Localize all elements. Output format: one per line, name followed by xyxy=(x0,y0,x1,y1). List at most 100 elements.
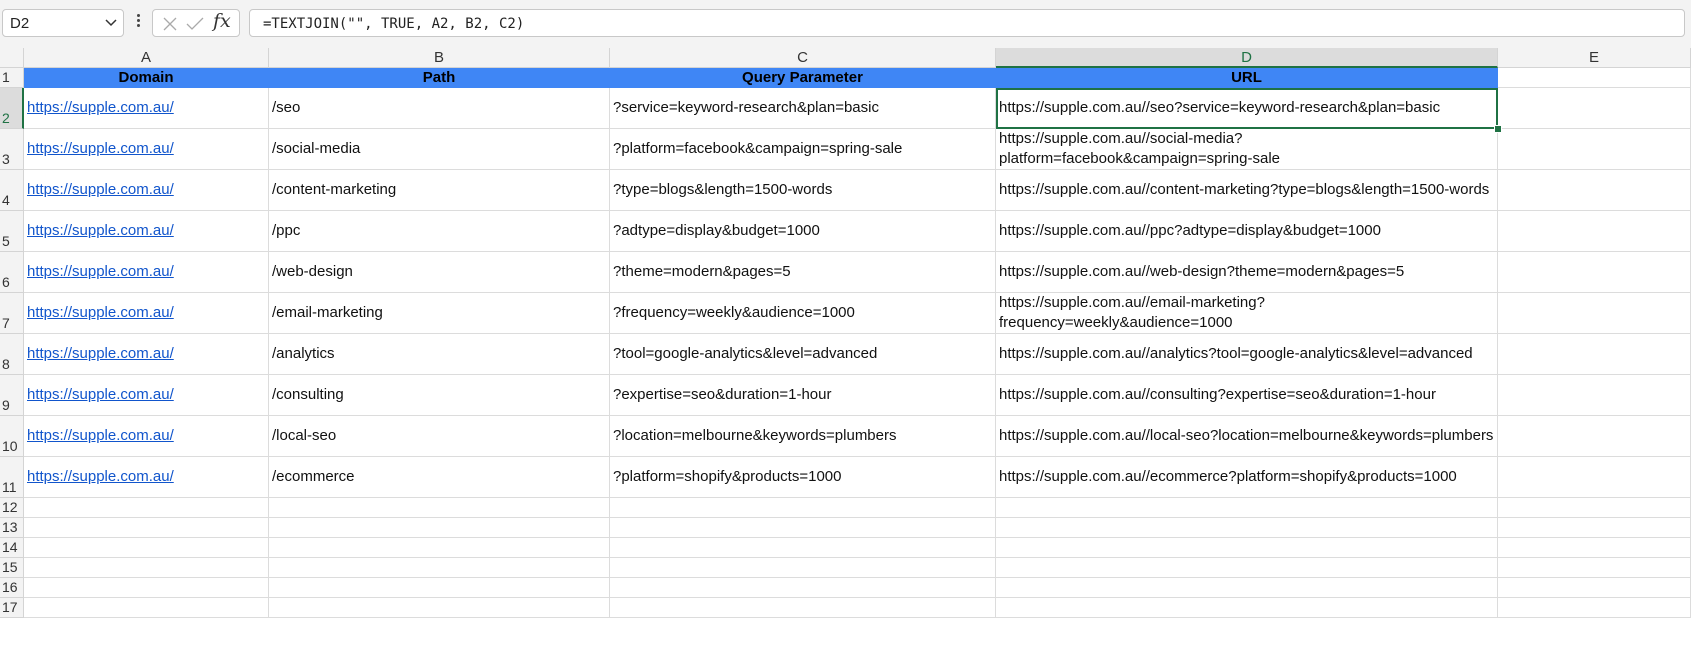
cell-d14[interactable] xyxy=(996,538,1498,558)
chevron-down-icon[interactable] xyxy=(105,19,117,27)
cell-b5[interactable]: /ppc xyxy=(269,211,610,252)
cell-d5[interactable]: https://supple.com.au//ppc?adtype=displa… xyxy=(996,211,1498,252)
cell-a15[interactable] xyxy=(24,558,269,578)
name-box[interactable]: D2 xyxy=(2,9,124,37)
row-header-8[interactable]: 8 xyxy=(0,334,24,375)
cell-b12[interactable] xyxy=(269,498,610,518)
row-header-2[interactable]: 2 xyxy=(0,88,24,129)
cell-a5[interactable]: https://supple.com.au/ xyxy=(24,211,269,252)
cell-b14[interactable] xyxy=(269,538,610,558)
row-header-12[interactable]: 12 xyxy=(0,498,24,518)
cell-e16[interactable] xyxy=(1498,578,1691,598)
checkmark-icon[interactable] xyxy=(185,15,205,33)
cell-e14[interactable] xyxy=(1498,538,1691,558)
cell-d3[interactable]: https://supple.com.au//social-media?plat… xyxy=(996,129,1498,170)
cell-b8[interactable]: /analytics xyxy=(269,334,610,375)
cell-a12[interactable] xyxy=(24,498,269,518)
cell-d15[interactable] xyxy=(996,558,1498,578)
cell-b10[interactable]: /local-seo xyxy=(269,416,610,457)
row-header-6[interactable]: 6 xyxy=(0,252,24,293)
cell-d11[interactable]: https://supple.com.au//ecommerce?platfor… xyxy=(996,457,1498,498)
row-header-5[interactable]: 5 xyxy=(0,211,24,252)
cell-a14[interactable] xyxy=(24,538,269,558)
cell-a11[interactable]: https://supple.com.au/ xyxy=(24,457,269,498)
row-header-1[interactable]: 1 xyxy=(0,68,24,88)
cell-a8[interactable]: https://supple.com.au/ xyxy=(24,334,269,375)
cell-c11[interactable]: ?platform=shopify&products=1000 xyxy=(610,457,996,498)
cell-c9[interactable]: ?expertise=seo&duration=1-hour xyxy=(610,375,996,416)
cell-d13[interactable] xyxy=(996,518,1498,538)
cell-e12[interactable] xyxy=(1498,498,1691,518)
row-header-15[interactable]: 15 xyxy=(0,558,24,578)
cell-e17[interactable] xyxy=(1498,598,1691,618)
cell-a1[interactable]: Domain xyxy=(24,68,269,88)
cell-c13[interactable] xyxy=(610,518,996,538)
cell-b16[interactable] xyxy=(269,578,610,598)
cell-e6[interactable] xyxy=(1498,252,1691,293)
cell-e4[interactable] xyxy=(1498,170,1691,211)
cell-a7[interactable]: https://supple.com.au/ xyxy=(24,293,269,334)
cell-e15[interactable] xyxy=(1498,558,1691,578)
cell-c15[interactable] xyxy=(610,558,996,578)
more-options-icon[interactable] xyxy=(135,12,141,32)
cell-a16[interactable] xyxy=(24,578,269,598)
cell-d4[interactable]: https://supple.com.au//content-marketing… xyxy=(996,170,1498,211)
cell-d10[interactable]: https://supple.com.au//local-seo?locatio… xyxy=(996,416,1498,457)
cell-b11[interactable]: /ecommerce xyxy=(269,457,610,498)
cell-d7[interactable]: https://supple.com.au//email-marketing?f… xyxy=(996,293,1498,334)
cell-d16[interactable] xyxy=(996,578,1498,598)
fill-handle[interactable] xyxy=(1494,125,1502,133)
cell-c7[interactable]: ?frequency=weekly&audience=1000 xyxy=(610,293,996,334)
cell-a13[interactable] xyxy=(24,518,269,538)
cell-b17[interactable] xyxy=(269,598,610,618)
cell-e1[interactable] xyxy=(1498,68,1691,88)
cell-d12[interactable] xyxy=(996,498,1498,518)
cell-a4[interactable]: https://supple.com.au/ xyxy=(24,170,269,211)
column-header-b[interactable]: B xyxy=(269,48,610,68)
row-header-11[interactable]: 11 xyxy=(0,457,24,498)
row-header-7[interactable]: 7 xyxy=(0,293,24,334)
cell-d9[interactable]: https://supple.com.au//consulting?expert… xyxy=(996,375,1498,416)
cell-a3[interactable]: https://supple.com.au/ xyxy=(24,129,269,170)
cell-d6[interactable]: https://supple.com.au//web-design?theme=… xyxy=(996,252,1498,293)
column-header-e[interactable]: E xyxy=(1498,48,1691,68)
cell-e8[interactable] xyxy=(1498,334,1691,375)
column-header-d[interactable]: D xyxy=(996,48,1498,68)
cell-e10[interactable] xyxy=(1498,416,1691,457)
cell-a10[interactable]: https://supple.com.au/ xyxy=(24,416,269,457)
cell-e13[interactable] xyxy=(1498,518,1691,538)
cell-d1[interactable]: URL xyxy=(996,68,1498,88)
row-header-17[interactable]: 17 xyxy=(0,598,24,618)
cell-c14[interactable] xyxy=(610,538,996,558)
cell-c16[interactable] xyxy=(610,578,996,598)
row-header-3[interactable]: 3 xyxy=(0,129,24,170)
cell-c17[interactable] xyxy=(610,598,996,618)
cell-b4[interactable]: /content-marketing xyxy=(269,170,610,211)
cell-c1[interactable]: Query Parameter xyxy=(610,68,996,88)
cell-c3[interactable]: ?platform=facebook&campaign=spring-sale xyxy=(610,129,996,170)
cell-a17[interactable] xyxy=(24,598,269,618)
cell-c6[interactable]: ?theme=modern&pages=5 xyxy=(610,252,996,293)
row-header-14[interactable]: 14 xyxy=(0,538,24,558)
cell-b6[interactable]: /web-design xyxy=(269,252,610,293)
cell-c8[interactable]: ?tool=google-analytics&level=advanced xyxy=(610,334,996,375)
cell-e9[interactable] xyxy=(1498,375,1691,416)
cell-b13[interactable] xyxy=(269,518,610,538)
cell-c10[interactable]: ?location=melbourne&keywords=plumbers xyxy=(610,416,996,457)
row-header-9[interactable]: 9 xyxy=(0,375,24,416)
cell-b7[interactable]: /email-marketing xyxy=(269,293,610,334)
row-header-4[interactable]: 4 xyxy=(0,170,24,211)
cell-e7[interactable] xyxy=(1498,293,1691,334)
formula-input[interactable]: =TEXTJOIN("", TRUE, A2, B2, C2) xyxy=(249,9,1685,37)
row-header-16[interactable]: 16 xyxy=(0,578,24,598)
cell-c12[interactable] xyxy=(610,498,996,518)
cell-e2[interactable] xyxy=(1498,88,1691,129)
insert-function-icon[interactable]: fx xyxy=(213,10,231,32)
cell-d2[interactable]: https://supple.com.au//seo?service=keywo… xyxy=(996,88,1498,129)
cell-c5[interactable]: ?adtype=display&budget=1000 xyxy=(610,211,996,252)
cell-d8[interactable]: https://supple.com.au//analytics?tool=go… xyxy=(996,334,1498,375)
cell-b15[interactable] xyxy=(269,558,610,578)
cell-c2[interactable]: ?service=keyword-research&plan=basic xyxy=(610,88,996,129)
cell-e3[interactable] xyxy=(1498,129,1691,170)
cell-e5[interactable] xyxy=(1498,211,1691,252)
